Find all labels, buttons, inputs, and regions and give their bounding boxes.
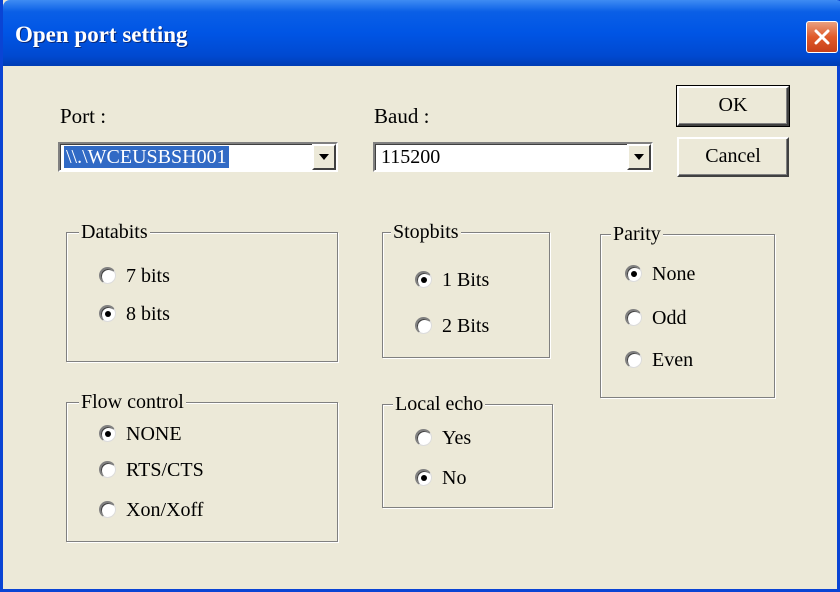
radio-button-icon	[99, 501, 116, 518]
port-dropdown-button[interactable]	[312, 144, 336, 170]
chevron-down-icon	[319, 154, 329, 160]
radio-label: No	[442, 467, 467, 489]
chevron-down-icon	[634, 154, 644, 160]
radio-label: Xon/Xoff	[126, 499, 204, 521]
flow-control-group: Flow control NONE RTS/CTS Xon/Xoff	[66, 389, 338, 542]
baud-dropdown-button[interactable]	[627, 144, 651, 170]
ok-button-label: OK	[718, 94, 748, 116]
radio-label: 7 bits	[126, 265, 170, 287]
local-echo-title: Local echo	[393, 391, 486, 417]
close-button[interactable]	[806, 21, 838, 53]
radio-selected-dot	[105, 431, 111, 437]
close-icon	[814, 29, 830, 45]
title-bar[interactable]: Open port setting	[3, 0, 840, 66]
radio-button-icon	[415, 271, 432, 288]
radio-selected-dot	[105, 311, 111, 317]
baud-select[interactable]: 115200	[373, 142, 653, 172]
window-title: Open port setting	[15, 22, 188, 47]
radio-label: Even	[652, 349, 694, 371]
baud-value: 115200	[381, 146, 441, 168]
radio-selected-dot	[421, 277, 427, 283]
radio-label: NONE	[126, 423, 182, 445]
radio-button-icon	[99, 461, 116, 478]
radio-button-icon	[99, 425, 116, 442]
radio-button-icon	[415, 317, 432, 334]
baud-label: Baud :	[374, 104, 430, 128]
radio-label: 2 Bits	[442, 315, 490, 337]
radio-label: 1 Bits	[442, 269, 490, 291]
radio-button-icon	[415, 429, 432, 446]
local-echo-group: Local echo Yes No	[382, 391, 553, 508]
radio-label: RTS/CTS	[126, 459, 204, 481]
cancel-button[interactable]: Cancel	[677, 137, 789, 177]
port-value: \\.\WCEUSBSH001	[63, 145, 230, 169]
cancel-button-label: Cancel	[705, 145, 761, 167]
open-port-dialog: Open port setting Port : \\.\WCEUSBSH001…	[0, 0, 840, 592]
stopbits-group: Stopbits 1 Bits 2 Bits	[382, 219, 550, 358]
flow-control-title: Flow control	[79, 389, 186, 415]
radio-label: Odd	[652, 307, 687, 329]
radio-button-icon	[415, 469, 432, 486]
stopbits-title: Stopbits	[391, 219, 461, 245]
port-label: Port :	[60, 104, 107, 128]
radio-button-icon	[625, 351, 642, 368]
parity-group: Parity None Odd Even	[600, 221, 775, 398]
parity-title: Parity	[611, 221, 663, 247]
radio-button-icon	[625, 265, 642, 282]
radio-label: Yes	[442, 427, 472, 449]
radio-selected-dot	[421, 475, 427, 481]
radio-button-icon	[99, 305, 116, 322]
ok-button[interactable]: OK	[676, 85, 790, 127]
radio-button-icon	[625, 309, 642, 326]
radio-label: 8 bits	[126, 303, 170, 325]
radio-label: None	[652, 263, 696, 285]
port-select[interactable]: \\.\WCEUSBSH001	[58, 142, 338, 172]
databits-group: Databits 7 bits 8 bits	[66, 219, 338, 362]
radio-selected-dot	[631, 271, 637, 277]
radio-button-icon	[99, 267, 116, 284]
databits-title: Databits	[79, 219, 150, 245]
